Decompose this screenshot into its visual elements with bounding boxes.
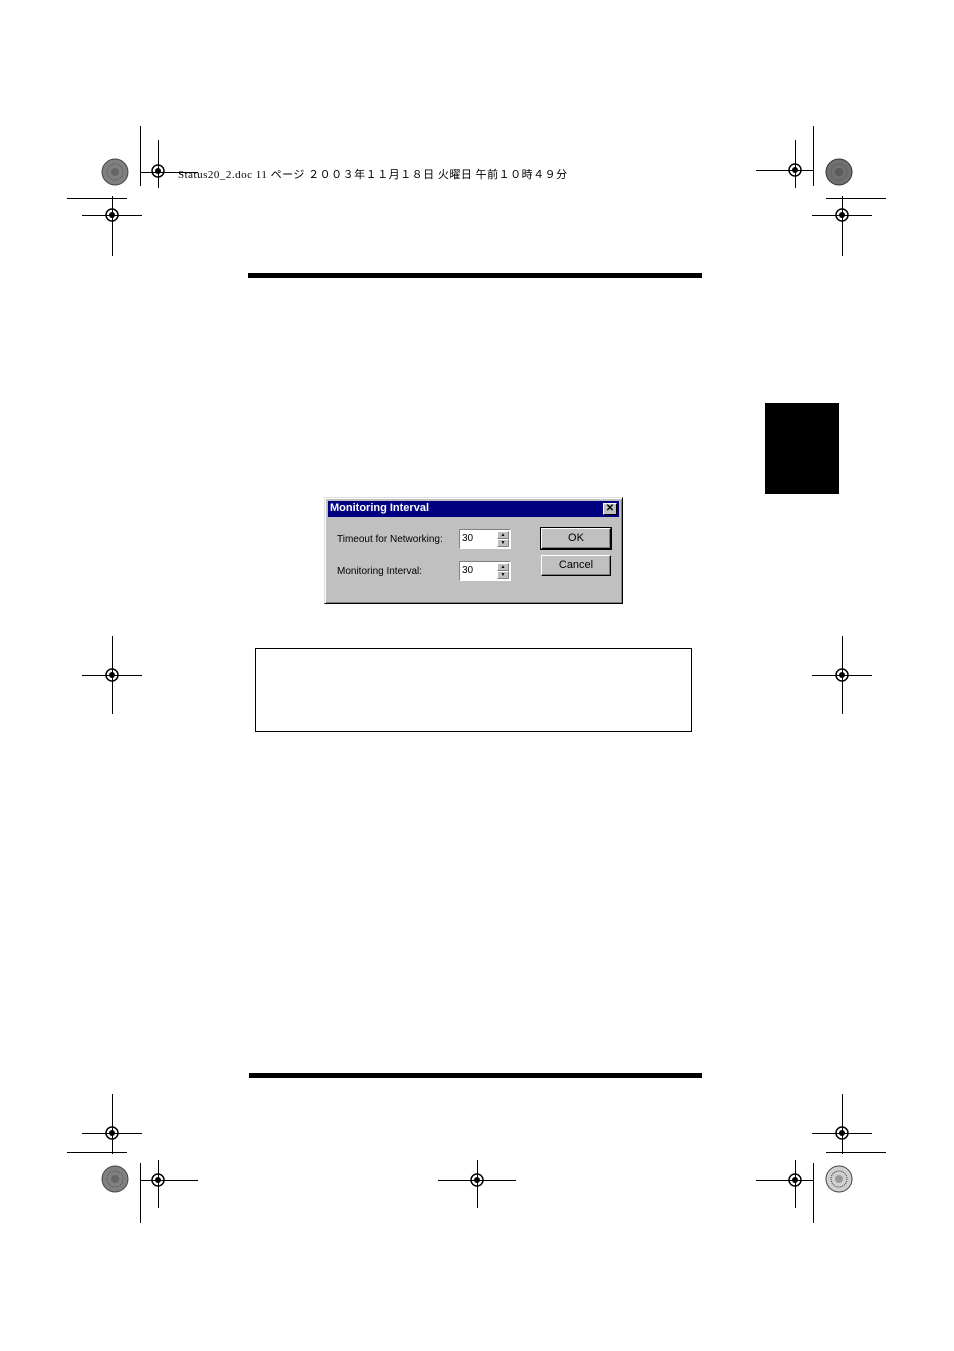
spin-down-icon[interactable]: ▼ [497,571,509,579]
crop-line [813,1163,814,1223]
timeout-value[interactable]: 30 [462,533,473,544]
ok-button[interactable]: OK [540,527,612,550]
bottom-rule [249,1073,702,1078]
color-wheel-icon [825,1165,853,1193]
crop-line [140,126,141,186]
crop-line [826,198,886,199]
crop-line [67,198,127,199]
registration-mark-icon [102,205,122,225]
dialog-titlebar[interactable]: Monitoring Interval ✕ [328,501,619,517]
interval-stepper-arrows: ▲ ▼ [497,563,509,579]
note-box [255,648,692,732]
dialog-title: Monitoring Interval [330,502,429,514]
registration-mark-icon [148,161,168,181]
timeout-stepper-arrows: ▲ ▼ [497,531,509,547]
color-wheel-icon [825,158,853,186]
interval-label: Monitoring Interval: [337,566,423,577]
timeout-stepper[interactable]: 30 ▲ ▼ [459,529,511,549]
color-wheel-icon [101,1165,129,1193]
registration-mark-icon [832,205,852,225]
spin-up-icon[interactable]: ▲ [497,531,509,539]
spin-up-icon[interactable]: ▲ [497,563,509,571]
registration-mark-icon [785,1170,805,1190]
crop-line [67,1152,127,1153]
spin-down-icon[interactable]: ▼ [497,539,509,547]
print-info-header: Status20_2.doc 11 ページ ２００３年１１月１８日 火曜日 午前… [178,169,568,181]
close-icon[interactable]: ✕ [603,503,617,515]
interval-stepper[interactable]: 30 ▲ ▼ [459,561,511,581]
timeout-label: Timeout for Networking: [337,534,443,545]
registration-mark-icon [785,160,805,180]
monitoring-interval-dialog: Monitoring Interval ✕ Timeout for Networ… [324,497,623,604]
registration-mark-icon [102,1123,122,1143]
crop-line [826,1152,886,1153]
cancel-button[interactable]: Cancel [541,555,611,576]
color-wheel-icon [101,158,129,186]
interval-value[interactable]: 30 [462,565,473,576]
registration-mark-icon [832,1123,852,1143]
registration-mark-icon [832,665,852,685]
top-rule [248,273,702,278]
crop-line [140,1163,141,1223]
crop-line [813,126,814,186]
registration-mark-icon [467,1170,487,1190]
registration-mark-icon [102,665,122,685]
chapter-thumb-tab [765,403,839,494]
registration-mark-icon [148,1170,168,1190]
